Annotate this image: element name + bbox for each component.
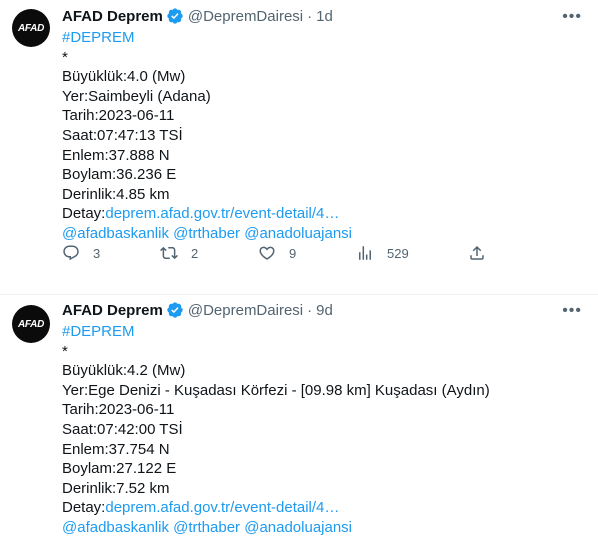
verified-badge-icon <box>167 302 183 318</box>
more-icon[interactable]: ••• <box>562 8 582 26</box>
separator-dot: · <box>307 301 313 319</box>
text-line: Yer:Saimbeyli (Adana) <box>62 87 211 105</box>
tweet-header: AFAD Deprem @DepremDairesi · 9d <box>62 300 582 320</box>
author-name[interactable]: AFAD Deprem <box>62 8 163 25</box>
views-count: 529 <box>387 245 409 261</box>
avatar[interactable]: AFAD <box>12 9 50 47</box>
text-line: Derinlik:7.52 km <box>62 479 170 497</box>
text-line: Büyüklük:4.2 (Mw) <box>62 362 186 380</box>
tweet[interactable]: AFAD AFAD Deprem @DepremDairesi · 1d •••… <box>0 0 598 295</box>
like-button[interactable]: 9 <box>258 244 296 262</box>
hashtag-link[interactable]: #DEPREM <box>62 28 582 48</box>
separator-dot: · <box>307 7 313 25</box>
text-line: Saat:07:42:00 TSİ <box>62 420 183 438</box>
detail-link[interactable]: deprem.afad.gov.tr/event-detail/4… <box>105 499 339 516</box>
like-count: 9 <box>289 245 297 261</box>
avatar[interactable]: AFAD <box>12 305 50 343</box>
detail-line: Detay:deprem.afad.gov.tr/event-detail/4… <box>62 204 582 224</box>
tweet-header: AFAD Deprem @DepremDairesi · 1d <box>62 6 582 26</box>
detail-line: Detay:deprem.afad.gov.tr/event-detail/4… <box>62 498 582 518</box>
tweet-time[interactable]: 1d <box>316 8 333 25</box>
text-line: * <box>62 342 68 360</box>
text-line: Tarih:2023-06-11 <box>62 107 175 125</box>
views-icon <box>359 246 371 260</box>
text-line: Büyüklük:4.0 (Mw) <box>62 68 186 86</box>
tweet-content: AFAD Deprem @DepremDairesi · 1d ••• #DEP… <box>62 6 582 244</box>
avatar-logo-text: AFAD <box>17 22 45 34</box>
avatar-logo-text: AFAD <box>17 318 45 330</box>
detail-label: Detay: <box>62 205 106 223</box>
more-icon[interactable]: ••• <box>562 302 582 320</box>
hashtag-link[interactable]: #DEPREM <box>62 322 582 342</box>
tweet-text: #DEPREM * Büyüklük:4.2 (Mw) Yer:Ege Deni… <box>62 322 582 538</box>
views-button[interactable]: 529 <box>356 244 409 262</box>
text-line: * <box>62 48 68 66</box>
text-line: Saat:07:47:13 TSİ <box>62 126 183 144</box>
mentions-links[interactable]: @afadbaskanlik @trthaber @anadoluajansi <box>62 518 582 538</box>
tweet[interactable]: AFAD AFAD Deprem @DepremDairesi · 9d •••… <box>0 295 598 554</box>
retweet-button[interactable]: 2 <box>160 244 198 262</box>
share-icon <box>470 245 484 260</box>
verified-badge-icon <box>167 8 183 24</box>
reply-icon <box>63 245 79 261</box>
share-button[interactable] <box>468 244 486 262</box>
text-line: Enlem:37.754 N <box>62 440 170 458</box>
text-line: Enlem:37.888 N <box>62 146 170 164</box>
tweet-time[interactable]: 9d <box>316 302 333 319</box>
mentions-links[interactable]: @afadbaskanlik @trthaber @anadoluajansi <box>62 224 582 244</box>
text-line: Yer:Ege Denizi - Kuşadası Körfezi - [09.… <box>62 381 490 399</box>
author-handle[interactable]: @DepremDairesi <box>188 302 303 319</box>
reply-button[interactable]: 3 <box>62 244 100 262</box>
author-name[interactable]: AFAD Deprem <box>62 302 163 319</box>
text-line: Derinlik:4.85 km <box>62 185 170 203</box>
retweet-count: 2 <box>191 245 199 261</box>
tweet-text: #DEPREM * Büyüklük:4.0 (Mw) Yer:Saimbeyl… <box>62 28 582 244</box>
text-line: Tarih:2023-06-11 <box>62 401 175 419</box>
author-handle[interactable]: @DepremDairesi <box>188 8 303 25</box>
text-line: Boylam:36.236 E <box>62 166 177 184</box>
tweet-content: AFAD Deprem @DepremDairesi · 9d ••• #DEP… <box>62 300 582 538</box>
detail-label: Detay: <box>62 499 106 517</box>
heart-icon <box>259 246 275 260</box>
reply-count: 3 <box>93 245 101 261</box>
retweet-icon <box>160 246 178 260</box>
text-line: Boylam:27.122 E <box>62 460 177 478</box>
detail-link[interactable]: deprem.afad.gov.tr/event-detail/4… <box>105 205 339 222</box>
